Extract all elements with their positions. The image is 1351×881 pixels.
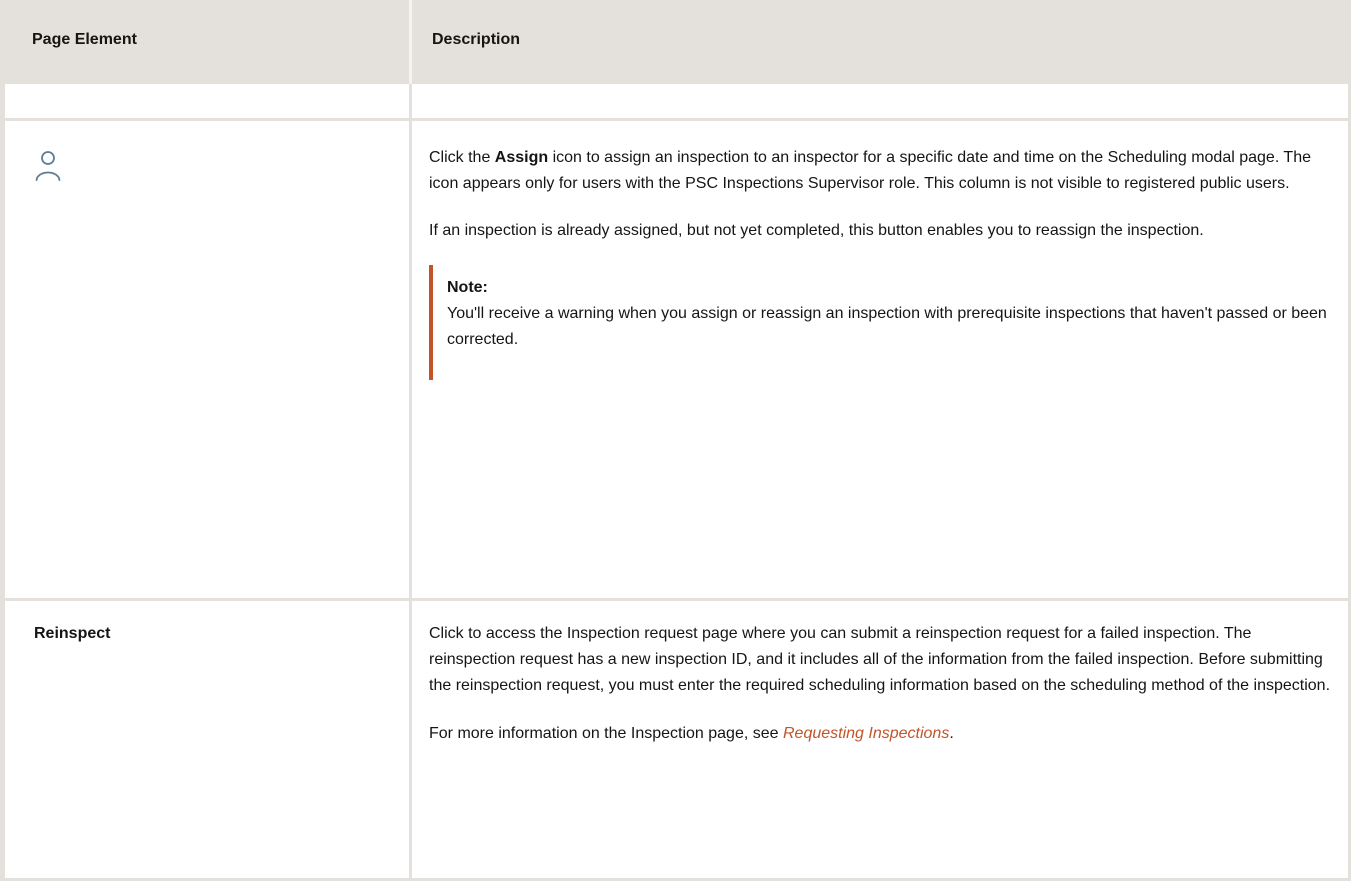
reinspect-label: Reinspect [0, 601, 409, 881]
reinspect-description-cell: Click to access the Inspection request p… [409, 601, 1351, 881]
assign-bold-label: Assign [494, 149, 549, 166]
column-header-description: Description [409, 0, 1351, 84]
column-header-page-element: Page Element [0, 0, 409, 84]
person-icon[interactable] [34, 150, 68, 186]
empty-cell [409, 84, 1351, 121]
table-row-reinspect: Reinspect Click to access the Inspection… [0, 601, 1351, 881]
reassign-paragraph: If an inspection is already assigned, bu… [429, 222, 1204, 239]
page-element-table: Page Element Description Click the Assig… [0, 0, 1351, 881]
note-title: Note: [447, 279, 488, 296]
more-info-paragraph: For more information on the Inspection p… [429, 699, 1334, 747]
note-text: You'll receive a warning when you assign… [447, 305, 1327, 348]
more-info-period: . [949, 725, 954, 742]
assign-icon-cell [0, 121, 409, 601]
assign-desc-text: icon to assign an inspection to an inspe… [429, 149, 1311, 192]
assign-description-paragraph: Click the Assign icon to assign an inspe… [429, 121, 1334, 197]
table-header-row: Page Element Description [0, 0, 1351, 84]
note-box: Note: You'll receive a warning when you … [429, 265, 1334, 380]
empty-cell [0, 84, 409, 121]
assign-desc-text: Click the [429, 149, 495, 166]
table-row-empty [0, 84, 1351, 121]
assign-description-cell: Click the Assign icon to assign an inspe… [409, 121, 1351, 601]
requesting-inspections-link[interactable]: Requesting Inspections [783, 725, 949, 742]
table-row-assign: Click the Assign icon to assign an inspe… [0, 121, 1351, 601]
reinspect-description-paragraph: Click to access the Inspection request p… [429, 625, 1331, 694]
more-info-text: For more information on the Inspection p… [429, 725, 783, 742]
